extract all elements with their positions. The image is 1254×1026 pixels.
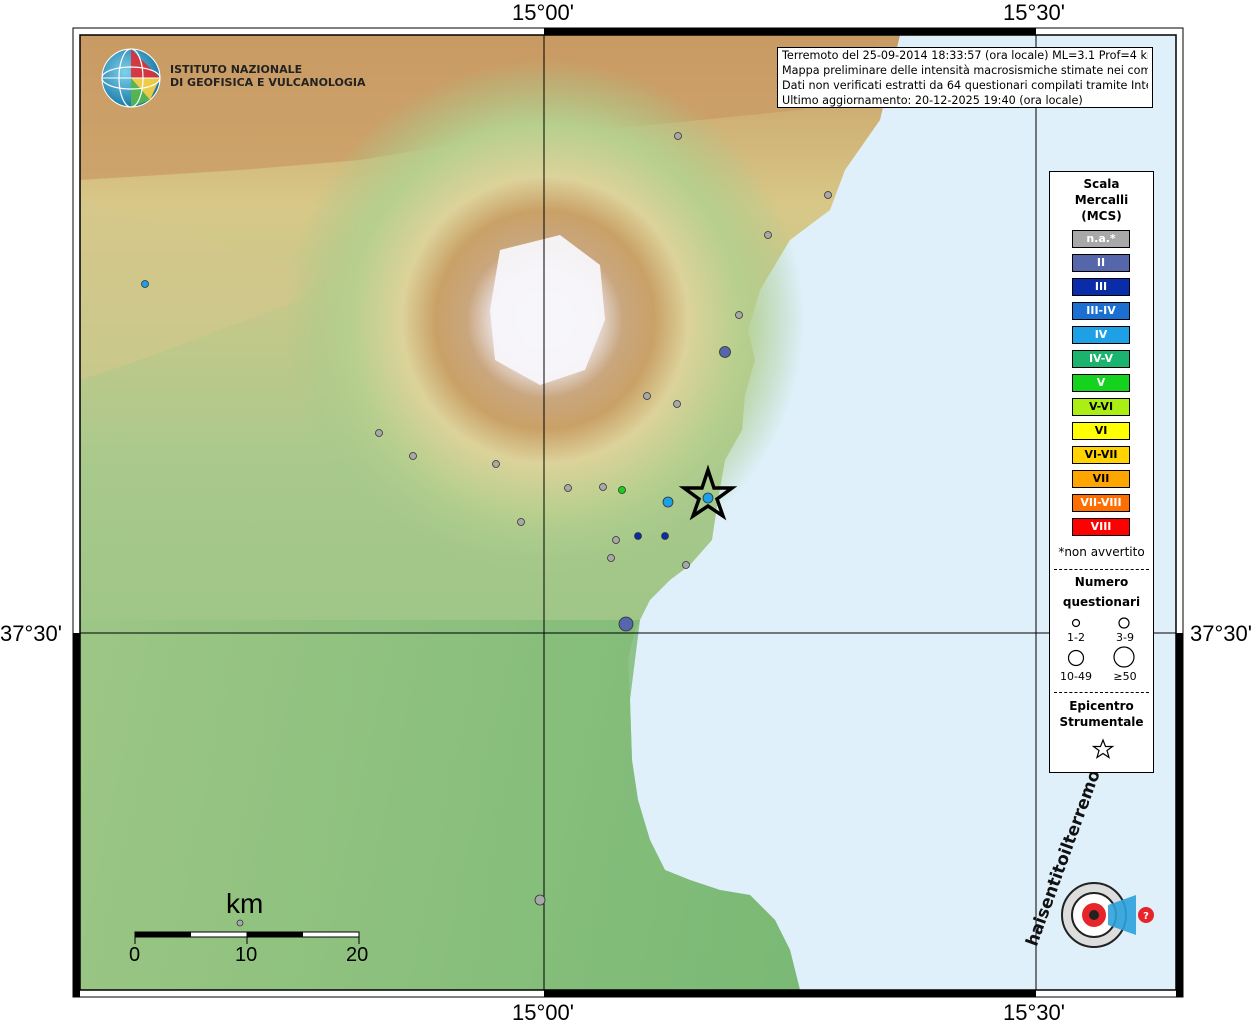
legend-panel: Scala Mercalli (MCS) n.a.* II III III-IV IV I… [1049,171,1154,773]
point-na[interactable] [492,460,500,468]
legend-size-50-plus: ≥50 [1113,670,1137,683]
event-info-line2: Mappa preliminare delle intensità macros… [782,64,1148,77]
point-na[interactable] [564,484,572,492]
lat-label-left: 37°30' [0,621,62,646]
scalebar-tick-20: 20 [346,944,369,966]
lon-label-top-left: 15°00' [512,0,574,25]
ingv-logo-icon [101,48,161,108]
legend-swatch: III [1072,278,1130,296]
point-na[interactable] [673,400,681,408]
frame-bar-right [1176,633,1183,997]
scalebar-tick-0: 0 [129,944,141,966]
point-na[interactable] [824,191,832,199]
legend-swatch: VII-VIII [1072,494,1130,512]
point-iv-v[interactable] [618,486,626,494]
legend-swatch: VII [1072,470,1130,488]
point-iv[interactable] [662,496,674,508]
lon-label-top-right: 15°30' [1003,0,1065,25]
legend-count-title: Numero questionari [1050,572,1153,612]
ingv-logo-line1: ISTITUTO NAZIONALE [170,63,303,76]
legend-title: Scala Mercalli (MCS) [1050,176,1153,224]
legend-swatch: IV-V [1072,350,1130,368]
point-na[interactable] [375,429,383,437]
legend-swatch: II [1072,254,1130,272]
legend-size-3-9: 3-9 [1116,631,1134,644]
frame-bar-left [73,633,80,997]
point-iv[interactable] [702,492,714,504]
point-na[interactable] [517,518,525,526]
point-iii[interactable] [634,532,642,540]
ingv-logo-line2: DI GEOFISICA E VULCANOLOGIA [170,76,366,89]
point-na[interactable] [764,231,772,239]
point-ii[interactable] [719,346,731,358]
point-na[interactable] [682,561,690,569]
legend-star-icon [1092,738,1114,759]
frame-bar-top [544,28,1036,35]
legend-swatch: VI-VII [1072,446,1130,464]
legend-size-1-2: 1-2 [1067,631,1085,644]
lat-label-right: 37°30' [1190,621,1252,646]
lon-label-bottom-right: 15°30' [1003,1000,1065,1025]
legend-swatch: n.a.* [1072,230,1130,248]
point-iii[interactable] [661,532,669,540]
legend-divider [1054,569,1149,570]
legend-count-title-line2: questionari [1062,595,1141,609]
point-na[interactable] [599,483,607,491]
legend-swatch: IV [1072,326,1130,344]
legend-swatch: V [1072,374,1130,392]
legend-count-title-line1: Numero [1074,575,1129,589]
etna-summit [490,235,605,385]
event-info-box: Terremoto del 25-09-2014 18:33:57 (ora l… [777,47,1153,108]
legend-title-line1: Scala [1083,177,1120,191]
legend-epicenter-line1: Epicentro [1069,699,1134,713]
point-na[interactable] [735,311,743,319]
legend-swatch: III-IV [1072,302,1130,320]
point-na[interactable] [534,894,546,906]
legend-swatch: VIII [1072,518,1130,536]
point-ii[interactable] [618,616,634,632]
legend-swatch: VI [1072,422,1130,440]
point-iv[interactable] [141,280,149,288]
legend-title-line2: Mercalli [1074,193,1129,207]
frame-bar-bottom [544,990,1036,997]
event-info-line1: Terremoto del 25-09-2014 18:33:57 (ora l… [782,49,1148,62]
legend-epicenter-title: Epicentro Strumentale [1050,698,1153,730]
ingv-logo-text: ISTITUTO NAZIONALE DI GEOFISICA E VULCAN… [170,63,366,89]
legend-note: *non avvertito [1058,545,1145,559]
legend-epicenter-line2: Strumentale [1059,715,1144,729]
svg-text:?: ? [1143,911,1149,922]
event-info-line3: Dati non verificati estratti da 64 quest… [782,79,1148,92]
point-na[interactable] [674,132,682,140]
legend-size-10-49: 10-49 [1060,670,1092,683]
point-na[interactable] [612,536,620,544]
event-info-line4: Ultimo aggiornamento: 20-12-2025 19:40 (… [782,94,1083,107]
scalebar-unit: km [226,888,264,919]
legend-divider-2 [1054,692,1149,693]
point-na[interactable] [643,392,651,400]
point-na[interactable] [409,452,417,460]
legend-title-line3: (MCS) [1081,209,1122,223]
lon-label-bottom-left: 15°00' [512,1000,574,1025]
scalebar-tick-10: 10 [235,944,258,966]
point-na[interactable] [607,554,615,562]
legend-swatch: V-VI [1072,398,1130,416]
